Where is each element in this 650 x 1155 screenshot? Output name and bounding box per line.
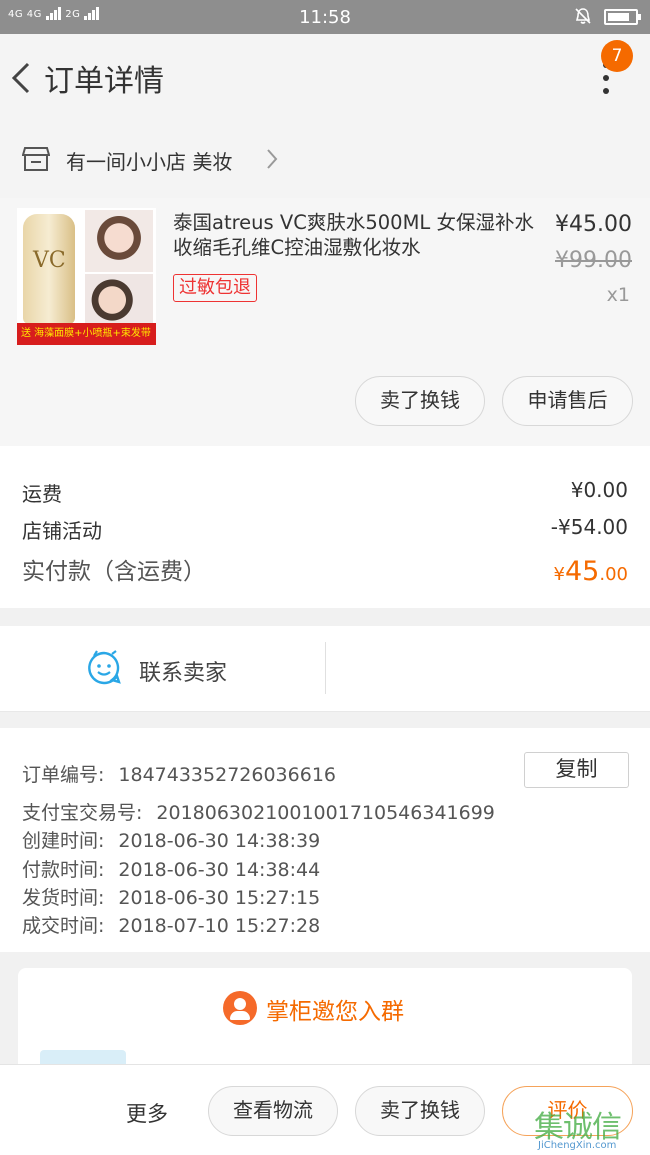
chat-smile-icon[interactable]: [86, 650, 122, 686]
view-logistics-button[interactable]: 查看物流: [208, 1086, 338, 1136]
shop-row[interactable]: 有一间小小店 美妆: [0, 120, 650, 198]
status-bar: 4G 4G 2G 11:58: [0, 0, 650, 34]
alipay-number: 2018063021001001710546341699: [156, 802, 495, 824]
product-original-price: ¥99.00: [555, 248, 632, 273]
product-name[interactable]: 泰国atreus VC爽肤水500ML 女保湿补水收缩毛孔维C控油湿敷化妆水: [173, 210, 535, 260]
watermark-logo: 集诚信 JiChengXin.com: [534, 1100, 650, 1155]
created-time: 2018-06-30 14:38:39: [118, 830, 321, 852]
watermark-sub: JiChengXin.com: [538, 1140, 617, 1151]
clock: 11:58: [299, 7, 351, 28]
model-photo-1: [85, 210, 153, 272]
shop-name[interactable]: 有一间小小店 美妆: [66, 146, 232, 175]
created-row: 创建时间: 2018-06-30 14:38:39: [22, 826, 320, 853]
paid-row: 实付款（含运费） ¥45.00: [22, 552, 628, 587]
shipped-row: 发货时间: 2018-06-30 15:27:15: [22, 883, 320, 910]
shipping-value: ¥0.00: [570, 478, 628, 502]
paid-int: 45: [565, 556, 600, 587]
product-quantity: x1: [606, 284, 630, 306]
shipping-row: 运费 ¥0.00: [22, 478, 628, 507]
activity-row: 店铺活动 -¥54.00: [22, 515, 628, 544]
page-title: 订单详情: [44, 64, 164, 99]
divider: [325, 642, 326, 694]
paid-dec: .00: [599, 564, 628, 585]
product-price: ¥45.00: [555, 212, 632, 237]
after-sale-button[interactable]: 申请售后: [502, 376, 633, 426]
paid-value: ¥45.00: [554, 556, 628, 587]
activity-label: 店铺活动: [22, 519, 102, 543]
paid-label: 实付款（含运费）: [22, 559, 206, 585]
header: 订单详情 7: [0, 34, 650, 120]
paid-time-row: 付款时间: 2018-06-30 14:38:44: [22, 855, 320, 882]
closed-row: 成交时间: 2018-07-10 15:27:28: [22, 911, 320, 938]
fee-summary: 运费 ¥0.00 店铺活动 -¥54.00 实付款（含运费） ¥45.00: [0, 446, 650, 608]
group-invite-text[interactable]: 掌柜邀您入群: [266, 992, 404, 1026]
order-number-label: 订单编号:: [22, 764, 105, 786]
mute-bell-icon: [575, 8, 591, 24]
order-number: 184743352726036616: [118, 764, 336, 786]
contact-section: 联系卖家: [0, 626, 650, 712]
alipay-label: 支付宝交易号:: [22, 802, 143, 824]
product-card[interactable]: VC 送 海藻面膜+小喷瓶+束发带 泰国atreus VC爽肤水500ML 女保…: [0, 198, 650, 446]
paid-time: 2018-06-30 14:38:44: [118, 859, 321, 881]
thumb-promo-banner: 送 海藻面膜+小喷瓶+束发带: [17, 323, 156, 345]
paid-time-label: 付款时间:: [22, 859, 105, 881]
shop-icon: [22, 147, 50, 171]
contact-seller-button[interactable]: 联系卖家: [139, 655, 227, 687]
sell-for-cash-button-bottom[interactable]: 卖了换钱: [355, 1086, 485, 1136]
more-button[interactable]: 更多: [126, 1098, 168, 1128]
battery-level: [608, 13, 629, 21]
paid-currency: ¥: [553, 564, 565, 585]
chevron-right-icon: [267, 149, 278, 169]
alipay-row: 支付宝交易号: 2018063021001001710546341699: [22, 798, 495, 825]
copy-button[interactable]: 复制: [524, 752, 629, 788]
order-info: 订单编号: 184743352726036616 复制 支付宝交易号: 201806…: [0, 728, 650, 952]
closed-label: 成交时间:: [22, 915, 105, 937]
shipped-time: 2018-06-30 15:27:15: [118, 887, 321, 909]
closed-time: 2018-07-10 15:27:28: [118, 915, 321, 937]
shipped-label: 发货时间:: [22, 887, 105, 909]
thumb-logo: VC: [33, 248, 66, 273]
product-thumbnail[interactable]: VC 送 海藻面膜+小喷瓶+束发带: [17, 208, 156, 345]
activity-value: -¥54.00: [550, 515, 628, 539]
model-photo-2: [85, 274, 153, 326]
shipping-label: 运费: [22, 482, 62, 506]
group-avatar-icon: [223, 991, 257, 1025]
order-number-row: 订单编号: 184743352726036616: [22, 760, 336, 787]
sell-for-cash-button[interactable]: 卖了换钱: [355, 376, 485, 426]
created-label: 创建时间:: [22, 830, 105, 852]
battery-icon: [604, 9, 641, 25]
product-bottle-image: VC: [23, 214, 75, 324]
notification-badge: 7: [601, 40, 633, 72]
product-tag: 过敏包退: [173, 274, 257, 302]
back-arrow-icon[interactable]: [8, 58, 38, 98]
